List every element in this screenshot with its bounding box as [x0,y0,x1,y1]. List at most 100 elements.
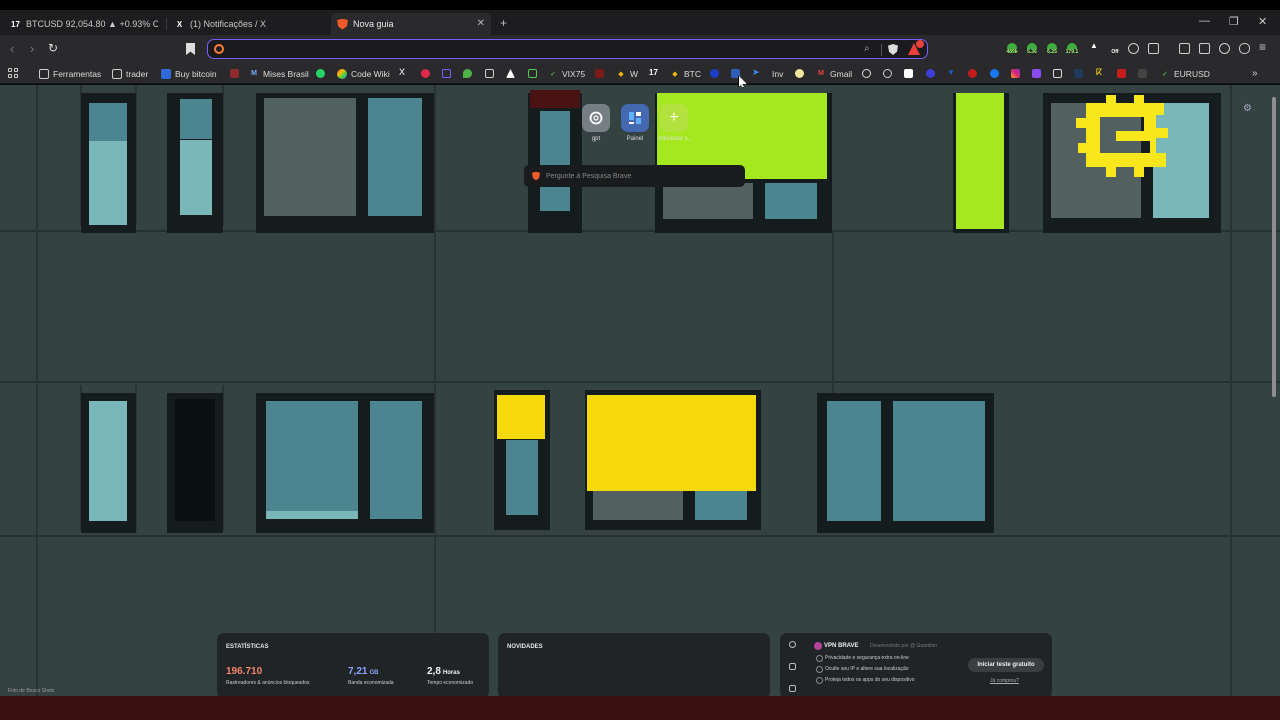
vix-icon: ✓ [550,70,556,78]
ext-gauge-3-icon[interactable]: 6.25 [1046,43,1058,55]
news-widget[interactable]: NOVIDADES [498,633,770,696]
kw-icon[interactable]: ⴽ [1096,67,1105,77]
brave-search-box[interactable]: Pergunte à Pesquisa Brave [524,165,745,187]
sidebar-icon[interactable] [1179,43,1190,54]
whatsapp-icon[interactable] [316,69,325,78]
close-tab-icon[interactable]: ✕ [477,18,485,29]
tab-notifications[interactable]: X (1) Notificações / X [168,13,328,35]
vpn-icon[interactable] [1239,43,1250,54]
tab-btcusd[interactable]: 17 BTCUSD 92,054.80 ▲ +0.93% Cryptoc [4,13,164,35]
chatgpt-icon[interactable] [883,69,892,78]
more-bookmarks-icon[interactable]: » [1252,68,1258,79]
x-icon[interactable]: X [399,67,408,77]
bolt-icon[interactable] [904,69,913,78]
vix-icon: ✓ [1162,70,1168,78]
bookmark-btc[interactable]: ◆ BTC [670,67,701,80]
vpn-widget: VPN BRAVE Desenvolvido por @ Guardian Pr… [780,633,1052,696]
cookie-icon[interactable] [795,69,804,78]
dark-red-icon[interactable] [595,69,604,78]
dark-box-icon[interactable] [1074,69,1083,78]
tradingview-icon[interactable]: 17 [649,68,658,77]
top-site-gpt[interactable]: gpt [580,104,612,142]
already-bought-link[interactable]: Já comprou? [990,678,1019,684]
v-icon[interactable]: ▼ [947,68,956,77]
ext-gauge-4-icon[interactable]: 179.1 [1066,43,1078,55]
minimize-button[interactable]: — [1199,15,1210,27]
zoom-icon[interactable]: ⌕ [864,43,870,54]
arrow-icon[interactable]: ➤ [752,67,761,77]
back-button[interactable]: ‹ [10,41,14,56]
top-site-painel[interactable]: Painel [619,104,651,142]
restore-button[interactable]: ❐ [1229,15,1239,28]
tradingview-icon: 17 [11,19,20,29]
alert-tab-icon[interactable] [789,663,796,670]
scrollbar[interactable] [1271,87,1277,696]
customize-settings-icon[interactable]: ⚙ [1243,103,1252,114]
gray-icon[interactable] [1138,69,1147,78]
bookmark-vix75[interactable]: ✓ VIX75 [548,67,585,80]
bookmark-w[interactable]: ◆ W [616,67,638,80]
photo-credit[interactable]: Foto de Bosco Shots [8,688,54,694]
bookmark-trader[interactable]: trader [112,67,148,80]
folder-icon [112,68,122,79]
search-lens-icon [214,44,224,54]
new-tab-button[interactable]: + [500,16,507,30]
binance-icon: ◆ [618,70,624,78]
screenshot-icon[interactable] [1148,43,1159,54]
purple-icon[interactable] [1032,69,1041,78]
bookmark-eurusd[interactable]: ✓ EURUSD [1160,67,1210,80]
blue-dot-icon[interactable] [710,69,719,78]
top-site-add[interactable]: + Adicionar s... [658,104,693,142]
o-icon[interactable] [1053,69,1062,78]
wallpaper-bottom-edge [0,696,1280,720]
youtube-icon[interactable] [421,69,430,78]
ext-ai-icon[interactable]: ▲ [1088,41,1100,55]
leo-ai-icon[interactable] [1219,43,1230,54]
ext-gauge-1-icon[interactable]: 489k [1006,43,1018,55]
bookmark-red-icon[interactable] [230,69,239,78]
brave-shields-icon[interactable] [888,44,898,55]
red-circle-icon[interactable] [968,69,977,78]
folder-icon [39,68,49,79]
apps-grid-icon[interactable] [8,68,18,78]
address-input[interactable] [230,42,850,56]
new-tab-page: ⚙ gpt Painel + Adicionar s... Pergunte à… [0,85,1280,696]
triangle-icon[interactable] [506,69,515,78]
window [167,393,223,533]
brave-lion-icon [532,171,540,181]
reload-icon[interactable] [862,69,871,78]
omnibox[interactable]: ⌕ [207,39,928,59]
menu-icon[interactable]: ≡ [1259,40,1266,54]
tab-title: Nova guia [353,19,394,29]
ext-gauge-2-icon[interactable]: 5.36 [1026,43,1038,55]
instagram-icon[interactable] [1011,69,1020,78]
tab-new-tab[interactable]: Nova guia ✕ [331,13,491,35]
extensions-puzzle-icon[interactable] [1128,43,1139,54]
bookmark-buy-bitcoin[interactable]: Buy bitcoin [161,67,217,80]
yellow-panel [497,395,545,439]
reload-button[interactable]: ↻ [48,41,58,55]
vpn-tab-icon[interactable] [789,641,796,648]
bookmark-icon[interactable] [186,43,195,55]
bookmark-mises-brasil[interactable]: M Mises Brasil [249,67,309,80]
card-tab-icon[interactable] [789,685,796,692]
wallet-icon[interactable] [1199,43,1210,54]
ext-off-icon[interactable]: Off [1109,43,1121,55]
bookmark-gmail[interactable]: M Gmail [816,67,852,80]
notes-icon[interactable] [485,69,494,78]
bookmark-inv[interactable]: Inv [772,67,783,80]
start-free-trial-button[interactable]: Iniciar teste gratuito [968,658,1044,672]
window [81,93,136,233]
forward-button[interactable]: › [30,41,34,56]
co-icon[interactable] [926,69,935,78]
check-icon[interactable] [528,69,537,78]
bookmark-code-wiki[interactable]: Code Wiki [337,67,390,80]
window [256,93,434,233]
flag-icon[interactable] [1117,69,1126,78]
facebook-icon[interactable] [990,69,999,78]
p-icon[interactable] [442,69,451,78]
maps-icon[interactable] [463,69,472,78]
close-window-button[interactable]: ✕ [1258,15,1267,28]
window [167,93,223,233]
bookmark-ferramentas[interactable]: Ferramentas [39,67,101,80]
